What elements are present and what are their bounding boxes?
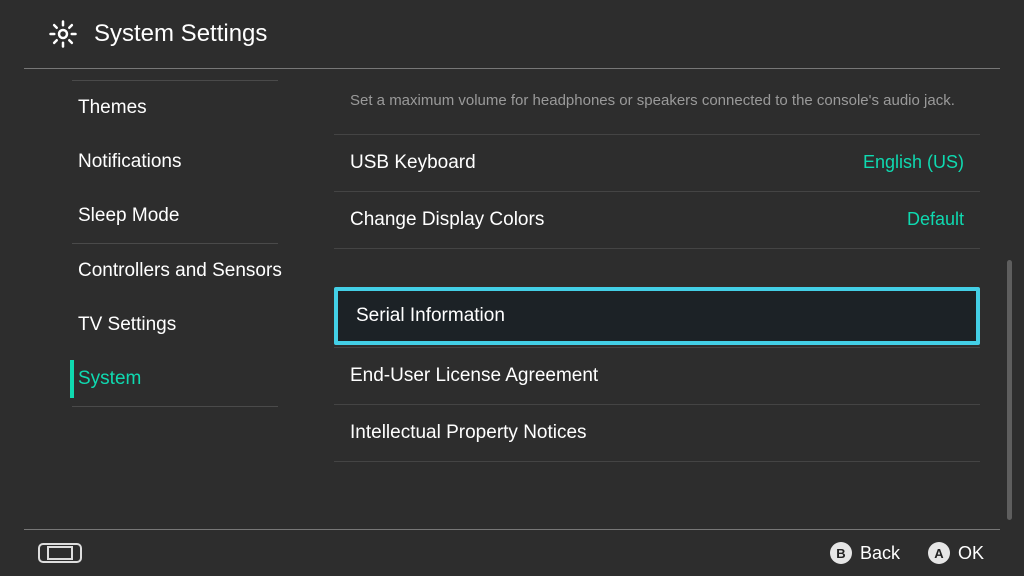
header-separator [24, 68, 1000, 69]
sidebar-item-label: System [78, 368, 141, 390]
sidebar-item-label: Notifications [78, 151, 182, 173]
row-usb-keyboard[interactable]: USB Keyboard English (US) [330, 135, 984, 191]
scrollbar[interactable] [1007, 260, 1012, 520]
sidebar: Themes Notifications Sleep Mode Controll… [0, 70, 320, 530]
gear-icon [48, 19, 78, 49]
footer: B Back A OK [0, 530, 1024, 576]
sidebar-item-system[interactable]: System [0, 352, 320, 406]
row-ip-notices[interactable]: Intellectual Property Notices [330, 405, 984, 461]
row-change-display-colors[interactable]: Change Display Colors Default [330, 192, 984, 248]
app-root: System Settings Themes Notifications Sle… [0, 0, 1024, 576]
hint-label: Back [860, 543, 900, 564]
sidebar-item-themes[interactable]: Themes [0, 81, 320, 135]
sidebar-divider [72, 406, 278, 407]
row-label: Change Display Colors [350, 209, 544, 231]
row-label: USB Keyboard [350, 152, 476, 174]
controller-icon [38, 543, 82, 563]
body: Themes Notifications Sleep Mode Controll… [0, 70, 1024, 530]
row-separator [334, 461, 980, 462]
footer-right: B Back A OK [830, 542, 1024, 564]
row-label: Intellectual Property Notices [350, 422, 587, 444]
row-serial-information[interactable]: Serial Information [334, 287, 980, 345]
b-button-icon: B [830, 542, 852, 564]
section-spacer [330, 249, 984, 285]
hint-label: OK [958, 543, 984, 564]
main-panel: Set a maximum volume for headphones or s… [320, 70, 1024, 530]
row-eula[interactable]: End-User License Agreement [330, 348, 984, 404]
sidebar-item-label: Sleep Mode [78, 205, 179, 227]
page-title: System Settings [94, 20, 267, 48]
hint-back[interactable]: B Back [830, 542, 900, 564]
sidebar-item-tv-settings[interactable]: TV Settings [0, 298, 320, 352]
row-label: End-User License Agreement [350, 365, 598, 387]
sidebar-item-label: Controllers and Sensors [78, 260, 282, 282]
header: System Settings [0, 0, 1024, 68]
sidebar-item-label: Themes [78, 97, 147, 119]
sidebar-item-label: TV Settings [78, 314, 176, 336]
sidebar-item-controllers-and-sensors[interactable]: Controllers and Sensors [0, 244, 320, 298]
sidebar-item-notifications[interactable]: Notifications [0, 135, 320, 189]
footer-left [0, 543, 82, 563]
a-button-icon: A [928, 542, 950, 564]
setting-description: Set a maximum volume for headphones or s… [330, 70, 984, 134]
row-value: Default [907, 209, 964, 230]
row-label: Serial Information [356, 305, 505, 327]
row-value: English (US) [863, 152, 964, 173]
hint-ok[interactable]: A OK [928, 542, 984, 564]
sidebar-item-sleep-mode[interactable]: Sleep Mode [0, 189, 320, 243]
